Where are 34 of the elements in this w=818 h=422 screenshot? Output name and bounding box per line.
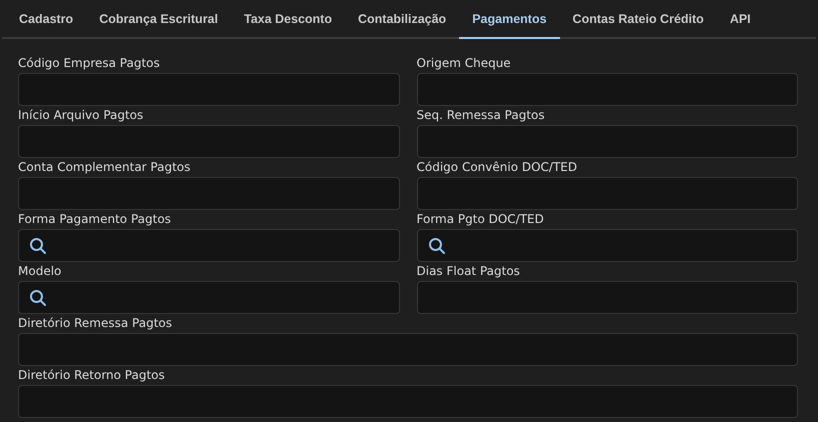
search-icon: [29, 288, 47, 306]
search-icon: [29, 236, 47, 254]
lookup-field[interactable]: [18, 229, 400, 262]
field-label: Diretório Retorno Pagtos: [18, 367, 166, 384]
input-field[interactable]: [416, 281, 798, 314]
field-label: Diretório Remessa Pagtos: [18, 315, 173, 332]
input-field[interactable]: [416, 73, 798, 106]
tab[interactable]: Taxa Desconto: [230, 0, 345, 39]
search-icon: [428, 236, 446, 254]
input-field[interactable]: [416, 177, 798, 210]
input-field[interactable]: [416, 125, 798, 158]
input-field[interactable]: [18, 177, 400, 210]
input-field[interactable]: [18, 385, 798, 418]
tab[interactable]: Cadastro: [6, 0, 86, 39]
field-label: Seq. Remessa Pagtos: [416, 107, 546, 124]
field-label: Conta Complementar Pagtos: [18, 159, 192, 176]
input-field[interactable]: [18, 125, 400, 158]
tab[interactable]: API: [716, 0, 764, 39]
field-label: Origem Cheque: [416, 55, 512, 72]
field-label: Dias Float Pagtos: [416, 263, 521, 280]
tab[interactable]: Contas Rateio Crédito: [560, 0, 717, 39]
tab[interactable]: Contabilização: [344, 0, 460, 39]
lookup-field[interactable]: [18, 281, 400, 314]
field-label: Forma Pagamento Pagtos: [18, 211, 172, 228]
field-label: Forma Pgto DOC/TED: [416, 211, 545, 228]
tab[interactable]: Cobrança Escritural: [86, 0, 231, 39]
input-field[interactable]: [18, 333, 798, 366]
lookup-field[interactable]: [416, 229, 798, 262]
input-field[interactable]: [18, 73, 400, 106]
field-label: Código Empresa Pagtos: [18, 55, 161, 72]
field-label: Código Convênio DOC/TED: [416, 159, 578, 176]
field-label: Modelo: [18, 263, 62, 280]
tab[interactable]: Pagamentos: [459, 0, 560, 39]
field-label: Início Arquivo Pagtos: [18, 107, 144, 124]
